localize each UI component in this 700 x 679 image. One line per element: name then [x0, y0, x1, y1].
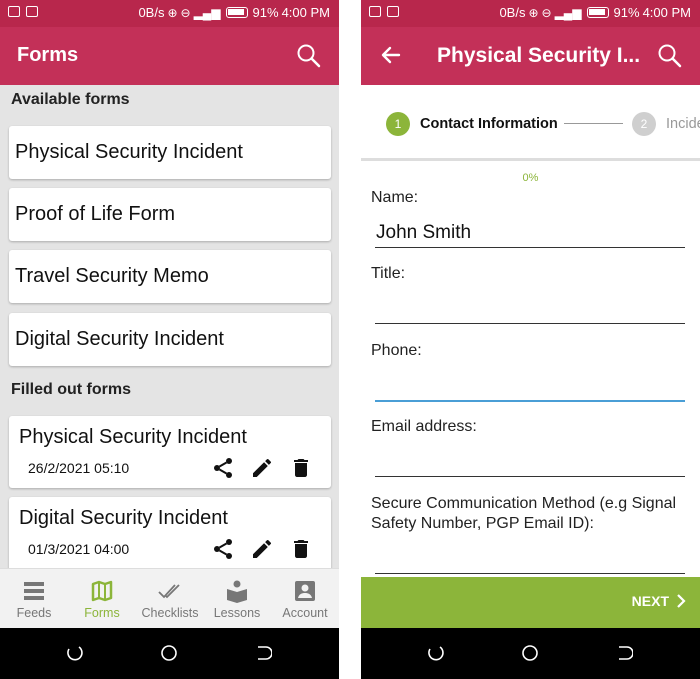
- signal-icon: ▂▄▆: [554, 5, 582, 20]
- image-notification-icon: [387, 6, 399, 17]
- account-icon: [295, 581, 315, 601]
- nav-label: Account: [282, 606, 328, 620]
- form-stepper: 1 Contact Information 2 Incide: [361, 85, 700, 161]
- step-1-label[interactable]: Contact Information: [420, 116, 558, 132]
- available-form-card[interactable]: Proof of Life Form: [9, 188, 331, 241]
- secure-communication-label: Secure Communication Method (e.g Signal …: [371, 495, 677, 532]
- form-title: Digital Security Incident: [19, 507, 228, 529]
- search-icon[interactable]: [657, 43, 683, 69]
- filled-form-card[interactable]: Digital Security Incident 01/3/2021 04:0…: [9, 497, 331, 577]
- filled-forms-header: Filled out forms: [11, 381, 131, 398]
- battery-icon: [586, 7, 609, 18]
- feeds-icon: [24, 582, 44, 600]
- nav-item-account[interactable]: Account: [271, 569, 339, 629]
- clock: 4:00 PM: [642, 5, 691, 20]
- bottom-navigation: Feeds Forms Checklists Lessons Account: [0, 568, 339, 628]
- title-field[interactable]: [375, 298, 685, 324]
- system-navigation-bar: [0, 628, 339, 679]
- chevron-right-icon: [677, 594, 686, 608]
- data-saver-icon: ⊕: [528, 5, 539, 20]
- forms-list-screen: 0B/s ⊕ ⊖ ▂▄▆ 91% 4:00 PM Forms Available…: [0, 0, 339, 679]
- phone-label: Phone:: [371, 342, 422, 359]
- share-icon[interactable]: [211, 537, 235, 561]
- nav-label: Lessons: [213, 606, 261, 620]
- lessons-icon: [227, 580, 247, 603]
- secure-communication-field[interactable]: [375, 548, 685, 574]
- back-nav-icon[interactable]: [254, 644, 272, 662]
- edit-icon[interactable]: [250, 456, 274, 480]
- mail-notification-icon: [8, 6, 20, 17]
- data-saver-icon: ⊕: [167, 5, 178, 20]
- back-arrow-icon[interactable]: [379, 43, 403, 67]
- page-title: Forms: [17, 44, 79, 66]
- filled-form-card[interactable]: Physical Security Incident 26/2/2021 05:…: [9, 416, 331, 488]
- next-button[interactable]: NEXT: [632, 593, 686, 609]
- form-title: Digital Security Incident: [15, 328, 224, 350]
- home-icon[interactable]: [521, 644, 539, 662]
- do-not-disturb-icon: ⊖: [180, 5, 191, 20]
- available-form-card[interactable]: Digital Security Incident: [9, 313, 331, 366]
- checkmarks-icon: [158, 584, 180, 599]
- battery-level: 91%: [613, 5, 640, 20]
- form-title: Physical Security Incident: [15, 141, 243, 163]
- network-speed: 0B/s: [138, 5, 165, 20]
- step-2-label[interactable]: Incide: [666, 116, 700, 132]
- battery-icon: [225, 7, 248, 18]
- step-2-indicator[interactable]: 2: [632, 112, 656, 136]
- network-speed: 0B/s: [499, 5, 526, 20]
- name-field[interactable]: John Smith: [375, 222, 685, 248]
- step-connector: [564, 123, 623, 124]
- next-bar: NEXT: [361, 577, 700, 628]
- form-entry-screen: 0B/s ⊕ ⊖ ▂▄▆ 91% 4:00 PM Physical Securi…: [361, 0, 700, 679]
- step-1-indicator[interactable]: 1: [386, 112, 410, 136]
- available-forms-header: Available forms: [11, 91, 130, 108]
- page-title: Physical Security I...: [437, 44, 641, 67]
- nav-item-feeds[interactable]: Feeds: [0, 569, 68, 629]
- nav-item-forms[interactable]: Forms: [68, 569, 136, 629]
- battery-level: 91%: [252, 5, 279, 20]
- image-notification-icon: [26, 6, 38, 17]
- do-not-disturb-icon: ⊖: [541, 5, 552, 20]
- nav-label: Feeds: [16, 606, 52, 620]
- mail-notification-icon: [369, 6, 381, 17]
- system-navigation-bar: [361, 628, 700, 679]
- name-label: Name:: [371, 189, 419, 206]
- form-title: Proof of Life Form: [15, 203, 176, 225]
- form-title: Travel Security Memo: [15, 265, 209, 287]
- phone-field[interactable]: [375, 375, 685, 402]
- app-bar: Physical Security I...: [361, 27, 700, 85]
- next-label: NEXT: [631, 593, 669, 609]
- available-form-card[interactable]: Travel Security Memo: [9, 250, 331, 303]
- delete-icon[interactable]: [289, 456, 313, 480]
- status-bar: 0B/s ⊕ ⊖ ▂▄▆ 91% 4:00 PM: [361, 0, 700, 27]
- email-label: Email address:: [371, 418, 477, 435]
- recents-icon[interactable]: [427, 644, 445, 662]
- share-icon[interactable]: [211, 456, 235, 480]
- nav-item-checklists[interactable]: Checklists: [136, 569, 204, 629]
- form-date: 26/2/2021 05:10: [28, 460, 130, 476]
- form-date: 01/3/2021 04:00: [28, 541, 130, 557]
- map-icon: [91, 580, 113, 602]
- title-label: Title:: [371, 265, 406, 282]
- edit-icon[interactable]: [250, 537, 274, 561]
- recents-icon[interactable]: [66, 644, 84, 662]
- progress-indicator: 0%: [522, 172, 539, 184]
- back-nav-icon[interactable]: [615, 644, 633, 662]
- signal-icon: ▂▄▆: [193, 5, 221, 20]
- form-title: Physical Security Incident: [19, 426, 247, 448]
- clock: 4:00 PM: [281, 5, 330, 20]
- search-icon[interactable]: [296, 43, 322, 69]
- nav-item-lessons[interactable]: Lessons: [203, 569, 271, 629]
- available-form-card[interactable]: Physical Security Incident: [9, 126, 331, 179]
- email-field[interactable]: [375, 451, 685, 477]
- status-bar: 0B/s ⊕ ⊖ ▂▄▆ 91% 4:00 PM: [0, 0, 339, 27]
- app-bar: Forms: [0, 27, 339, 85]
- nav-label: Checklists: [141, 606, 199, 620]
- home-icon[interactable]: [160, 644, 178, 662]
- nav-label: Forms: [84, 606, 120, 620]
- delete-icon[interactable]: [289, 537, 313, 561]
